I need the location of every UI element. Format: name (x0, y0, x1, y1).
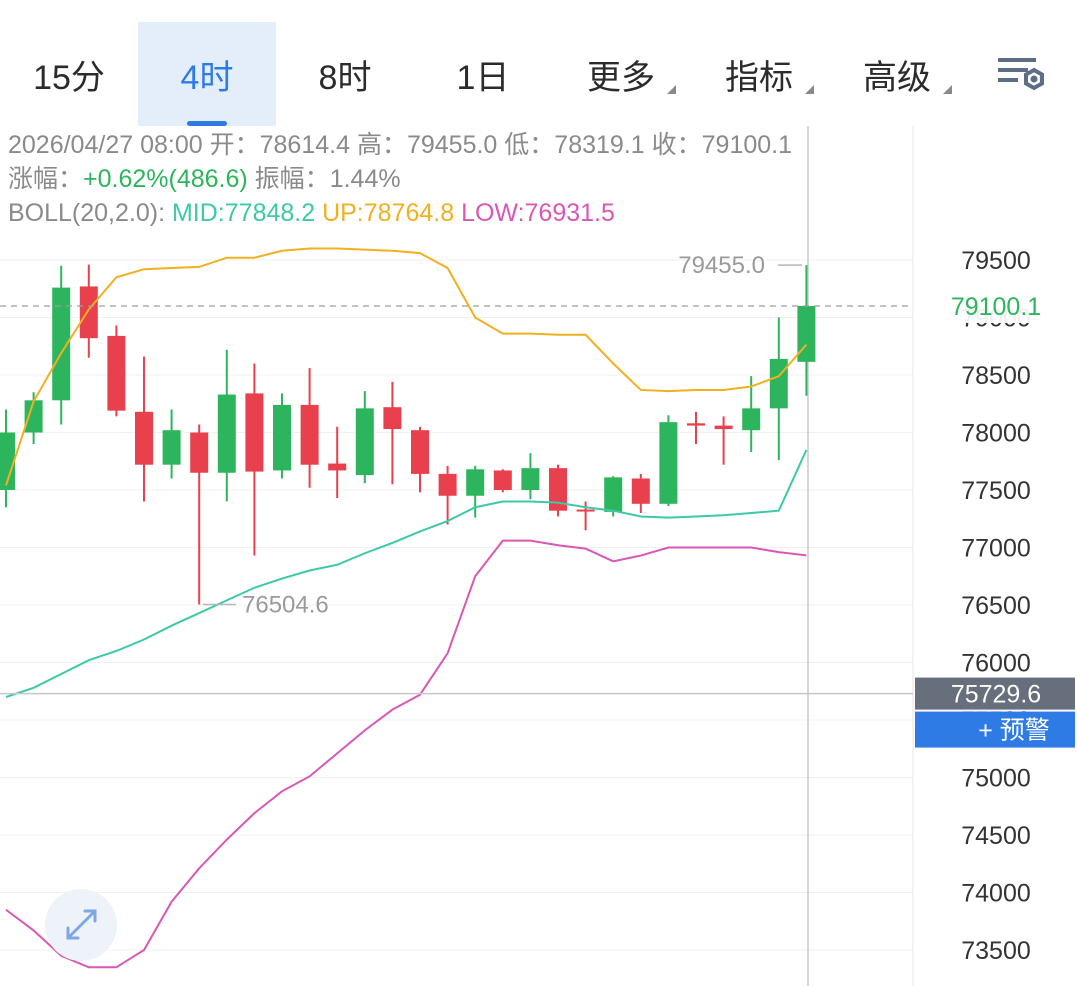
y-tick-label: 74000 (961, 880, 1031, 908)
candle-body (604, 477, 623, 512)
high-annotation-label: 79455.0 (678, 252, 765, 279)
candle-body (714, 425, 733, 430)
candle-body (328, 463, 347, 471)
candle-body (355, 408, 374, 476)
bollinger-bands (5, 247, 808, 969)
candle-body (411, 430, 429, 474)
y-tick-label: 77000 (961, 535, 1031, 563)
y-tick-label: 78500 (961, 362, 1031, 390)
y-tick-label: 79500 (961, 247, 1031, 275)
y-tick-label: 76500 (961, 592, 1031, 620)
candle-body (273, 404, 291, 471)
candle-body (190, 432, 209, 473)
candle-body (769, 358, 788, 409)
y-tick-label: 75000 (961, 765, 1031, 793)
candle-body (576, 509, 595, 512)
candlestick-chart[interactable]: 7950079000785007800077500770007650076000… (0, 0, 1077, 986)
candle-body (438, 473, 457, 496)
price-axis: 7950079000785007800077500770007650076000… (961, 247, 1031, 965)
candle-body (631, 478, 650, 504)
candle-body (24, 400, 43, 433)
expand-chart-button[interactable] (45, 889, 117, 961)
candle-body (162, 430, 181, 465)
high-low-annotations: 79455.0 76504.6 (203, 252, 802, 618)
low-annotation-label: 76504.6 (242, 591, 329, 618)
y-tick-label: 73500 (961, 937, 1031, 965)
candle-body (383, 407, 402, 430)
candle-body (742, 408, 761, 431)
crosshair-price-text: 75729.6 (951, 681, 1041, 709)
candle-body (521, 468, 540, 490)
candle-body (687, 423, 705, 426)
price-alert-label: + 预警 (978, 717, 1050, 745)
candle-body (135, 411, 153, 465)
y-tick-label: 78000 (961, 420, 1031, 448)
candle-body (79, 286, 98, 339)
current-price-text: 79100.1 (951, 293, 1041, 321)
candle-body (300, 404, 319, 465)
candle-body (659, 422, 678, 504)
candle-body (245, 393, 264, 472)
candle-body (107, 335, 126, 411)
y-tick-label: 77500 (961, 477, 1031, 505)
boll-mid-line (5, 449, 808, 698)
candle-body (493, 470, 512, 490)
y-tick-label: 74500 (961, 822, 1031, 850)
price-tags: 79100.1 75729.6 + 预警 (0, 288, 1075, 748)
candles (0, 264, 816, 605)
y-tick-label: 76000 (961, 650, 1031, 678)
candle-body (797, 305, 816, 362)
boll-upper-line (5, 247, 808, 486)
candle-body (466, 469, 485, 496)
candle-body (217, 394, 236, 473)
